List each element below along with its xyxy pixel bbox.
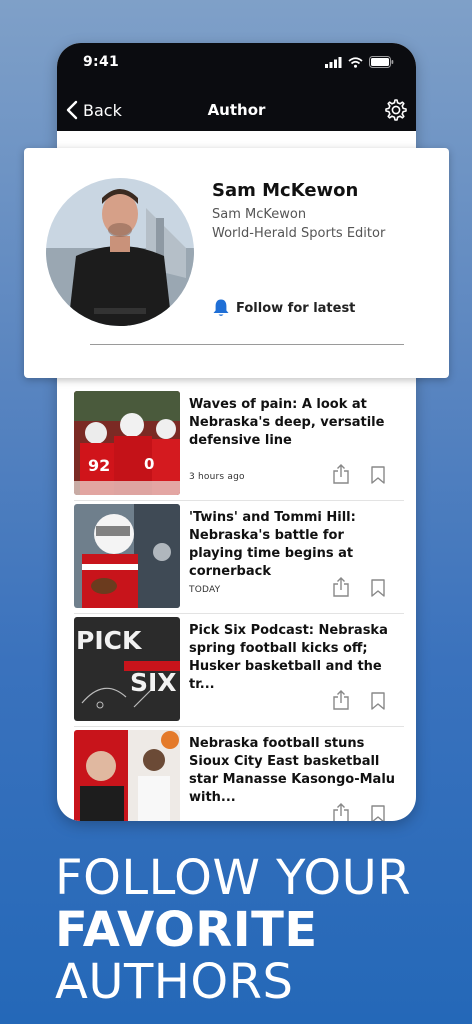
share-icon[interactable] bbox=[332, 464, 350, 484]
bookmark-icon[interactable] bbox=[370, 579, 386, 597]
avatar bbox=[46, 178, 194, 326]
bookmark-icon[interactable] bbox=[370, 466, 386, 484]
author-name: Sam McKewon bbox=[212, 180, 359, 201]
share-icon[interactable] bbox=[332, 577, 350, 597]
list-item[interactable]: 'Twins' and Tommi Hill: Nebraska's battl… bbox=[74, 501, 404, 614]
article-timestamp: 3 hours ago bbox=[189, 472, 245, 482]
divider bbox=[90, 344, 404, 345]
bookmark-icon[interactable] bbox=[370, 805, 386, 821]
article-thumbnail bbox=[74, 730, 180, 821]
list-item[interactable]: Nebraska football stuns Sioux City East … bbox=[74, 727, 404, 821]
article-thumbnail bbox=[74, 504, 180, 608]
share-icon[interactable] bbox=[332, 803, 350, 821]
bell-icon bbox=[213, 299, 229, 316]
author-card: Sam McKewon Sam McKewon World-Herald Spo… bbox=[24, 148, 449, 378]
author-subname: Sam McKewon bbox=[212, 207, 307, 222]
article-headline: Waves of pain: A look at Nebraska's deep… bbox=[189, 397, 385, 448]
page-title: Author bbox=[207, 101, 266, 119]
thumbnail-pick-text: PICK bbox=[76, 626, 143, 655]
follow-label: Follow for latest bbox=[236, 300, 356, 316]
share-icon[interactable] bbox=[332, 690, 350, 710]
article-list: 92 0 Waves of pain: A look at Nebraska's… bbox=[74, 388, 404, 821]
status-icons bbox=[325, 56, 394, 68]
author-details: Sam McKewon World-Herald Sports Editor bbox=[212, 205, 385, 243]
article-headline: Nebraska football stuns Sioux City East … bbox=[189, 736, 396, 805]
status-time: 9:41 bbox=[83, 54, 120, 70]
top-bar: 9:41 Back Author bbox=[57, 43, 416, 131]
article-thumbnail: PICK SIX bbox=[74, 617, 180, 721]
signal-icon bbox=[325, 56, 342, 68]
promo-text: FOLLOW YOUR FAVORITE AUTHORS bbox=[55, 852, 411, 1008]
svg-text:0: 0 bbox=[144, 455, 154, 473]
wifi-icon bbox=[348, 56, 363, 68]
article-headline: Pick Six Podcast: Nebraska spring footba… bbox=[189, 623, 388, 692]
author-role: World-Herald Sports Editor bbox=[212, 226, 386, 241]
promo-line-3: AUTHORS bbox=[55, 954, 294, 1010]
article-thumbnail: 92 0 bbox=[74, 391, 180, 495]
list-item[interactable]: PICK SIX Pick Six Podcast: Nebraska spri… bbox=[74, 614, 404, 727]
svg-text:92: 92 bbox=[88, 456, 110, 475]
article-headline: 'Twins' and Tommi Hill: Nebraska's battl… bbox=[189, 510, 356, 579]
promo-line-1: FOLLOW YOUR bbox=[55, 850, 412, 906]
gear-icon[interactable] bbox=[384, 98, 408, 122]
battery-icon bbox=[369, 56, 394, 68]
list-item[interactable]: 92 0 Waves of pain: A look at Nebraska's… bbox=[74, 388, 404, 501]
promo-line-2: FAVORITE bbox=[55, 902, 318, 958]
follow-button[interactable]: Follow for latest bbox=[212, 298, 355, 318]
thumbnail-six-text: SIX bbox=[130, 668, 177, 697]
bookmark-icon[interactable] bbox=[370, 692, 386, 710]
article-timestamp: TODAY bbox=[189, 585, 221, 595]
